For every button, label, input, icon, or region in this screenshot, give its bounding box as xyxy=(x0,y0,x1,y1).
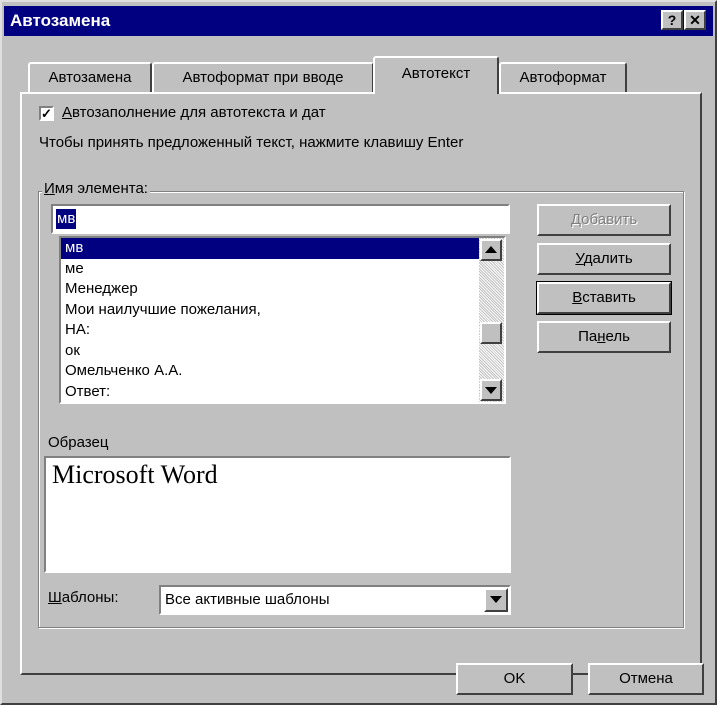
help-button[interactable]: ? xyxy=(661,10,683,30)
templates-label-rest: аблоны: xyxy=(61,589,119,606)
add-button[interactable]: Добавить xyxy=(537,204,671,236)
arrow-down-icon xyxy=(485,387,497,394)
check-icon: ✓ xyxy=(41,106,52,121)
toolbar-button-rest: ель xyxy=(605,328,630,345)
entry-name-label-accel: И xyxy=(44,180,55,197)
entry-name-label-rest: мя элемента: xyxy=(54,180,148,197)
autocomplete-label-accel: А xyxy=(62,104,73,121)
preview-box: Microsoft Word xyxy=(44,456,511,573)
enter-hint: Чтобы принять предложенный текст, нажмит… xyxy=(39,134,464,151)
tab-autotext[interactable]: Автотекст xyxy=(373,56,499,94)
toolbar-button-pre: Па xyxy=(578,328,598,345)
insert-button-rest: ставить xyxy=(582,289,636,306)
toolbar-button[interactable]: Панель xyxy=(537,321,671,353)
autotext-list-items: мв ме Менеджер Мои наилучшие пожелания, … xyxy=(61,238,479,402)
delete-button-accel: У xyxy=(575,250,584,267)
arrow-up-icon xyxy=(485,246,497,253)
list-item[interactable]: Омельченко А.А. xyxy=(61,361,479,382)
list-item[interactable]: мв xyxy=(61,238,479,259)
templates-dropdown-button[interactable] xyxy=(484,588,508,612)
chevron-down-icon xyxy=(490,596,502,603)
scroll-down-button[interactable] xyxy=(480,379,502,401)
autotext-list[interactable]: мв ме Менеджер Мои наилучшие пожелания, … xyxy=(59,236,506,404)
list-item[interactable]: НА: xyxy=(61,320,479,341)
autocomplete-checkbox[interactable]: ✓ xyxy=(39,106,54,121)
preview-text: Microsoft Word xyxy=(52,460,218,489)
preview-label: Образец xyxy=(48,434,109,451)
entry-name-label: Имя элемента: xyxy=(42,180,150,197)
close-button[interactable]: ✕ xyxy=(684,10,706,30)
tab-autoformat[interactable]: Автоформат xyxy=(499,62,627,92)
tab-autocorrect[interactable]: Автозамена xyxy=(28,62,152,92)
list-scrollbar[interactable] xyxy=(479,238,504,402)
insert-button[interactable]: Вставить xyxy=(536,281,672,315)
list-item[interactable]: Мои наилучшие пожелания, xyxy=(61,300,479,321)
templates-select[interactable]: Все активные шаблоны xyxy=(159,585,511,615)
delete-button[interactable]: Удалить xyxy=(537,243,671,275)
autocomplete-label[interactable]: Автозаполнение для автотекста и дат xyxy=(62,104,326,121)
autocomplete-label-rest: втозаполнение для автотекста и дат xyxy=(72,104,326,121)
window-title: Автозамена xyxy=(10,11,111,30)
toolbar-button-accel: н xyxy=(597,328,606,345)
tab-autoformat-as-you-type[interactable]: Автоформат при вводе xyxy=(152,62,374,92)
scroll-up-button[interactable] xyxy=(480,239,502,261)
delete-button-rest: далить xyxy=(583,250,633,267)
close-icon: ✕ xyxy=(689,12,701,28)
entry-name-value: мв xyxy=(56,209,77,229)
templates-label-accel: Ш xyxy=(48,589,62,606)
autocorrect-dialog: Автозамена ? ✕ Автозамена Автоформат при… xyxy=(0,0,717,705)
cancel-button[interactable]: Отмена xyxy=(588,663,704,695)
ok-button[interactable]: OK xyxy=(456,663,573,695)
list-item[interactable]: Менеджер xyxy=(61,279,479,300)
templates-select-value: Все активные шаблоны xyxy=(165,591,330,608)
list-item[interactable]: ок xyxy=(61,341,479,362)
list-item[interactable]: ме xyxy=(61,259,479,280)
insert-button-accel: В xyxy=(572,289,583,306)
scroll-thumb[interactable] xyxy=(480,322,502,344)
title-bar[interactable]: Автозамена ? ✕ xyxy=(4,6,713,36)
list-item[interactable]: Ответ: xyxy=(61,382,479,403)
entry-name-input[interactable]: мв xyxy=(51,204,510,234)
templates-label: Шаблоны: xyxy=(48,589,119,606)
